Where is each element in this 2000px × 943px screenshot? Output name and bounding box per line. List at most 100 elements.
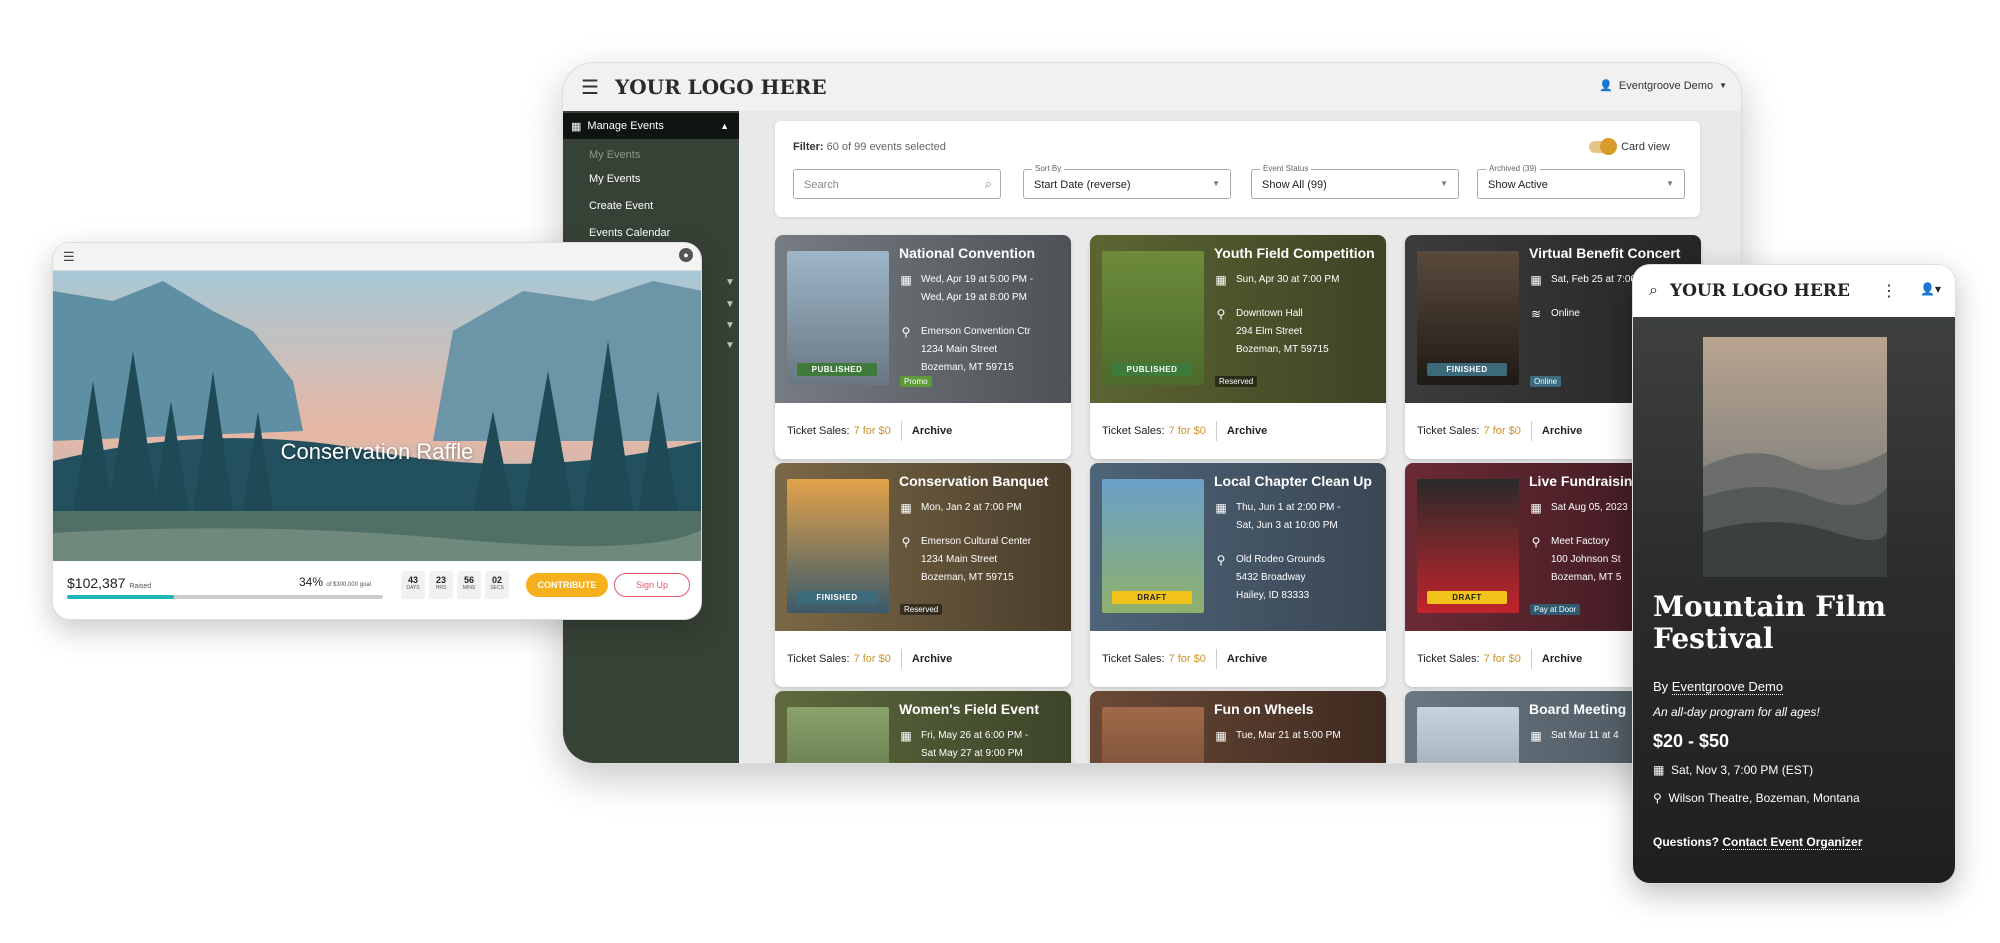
sidebar-item-label: Manage Events: [587, 120, 664, 132]
archive-button[interactable]: Archive: [1227, 425, 1267, 437]
status-badge: PUBLISHED: [1112, 363, 1192, 376]
logo: YOUR LOGO HERE: [1669, 281, 1850, 301]
logo: YOUR LOGO HERE: [614, 75, 827, 99]
sort-select[interactable]: Sort By Start Date (reverse) ▼: [1023, 164, 1231, 199]
search-placeholder: Search: [804, 179, 839, 191]
organizer-link[interactable]: Eventgroove Demo: [1671, 679, 1784, 695]
chevron-down-icon[interactable]: ▼: [725, 340, 735, 351]
ticket-sales-value[interactable]: 7 for $0: [1484, 425, 1521, 437]
toggle-switch[interactable]: [1589, 138, 1618, 155]
search-input[interactable]: Search ⌕: [793, 169, 1001, 199]
calendar-icon: ▦: [1530, 501, 1542, 515]
countdown-mins: 56 MINS: [457, 571, 481, 599]
calendar-icon: ▦: [571, 120, 582, 133]
event-location: ≋ Online: [1529, 305, 1580, 323]
event-card[interactable]: Women's Field Event ▦ Fri, May 26 at 6:00 …: [775, 691, 1071, 763]
countdown-days: 43 DAYS: [401, 571, 425, 599]
event-location: ⚲ Emerson Convention Ctr 1234 Main Street B…: [899, 323, 1031, 377]
event-thumbnail: [1417, 707, 1519, 763]
filter-count: 60 of 99 events selected: [826, 141, 946, 153]
wifi-icon: ≋: [1530, 307, 1542, 321]
ticket-sales-value[interactable]: 7 for $0: [854, 653, 891, 665]
questions-label: Questions?: [1653, 835, 1720, 849]
event-price: $20 - $50: [1653, 731, 1730, 751]
archive-button[interactable]: Archive: [912, 425, 952, 437]
user-menu[interactable]: 👤 Eventgroove Demo ▼: [1599, 79, 1727, 93]
status-label: Event Status: [1260, 164, 1312, 173]
location-text: Meet Factory 100 Johnson St Bozeman, MT 5: [1551, 536, 1622, 583]
event-date: ▦ Tue, Mar 21 at 5:00 PM: [1214, 727, 1340, 745]
sidebar-item-create-event[interactable]: Create Event: [563, 192, 739, 219]
location-text: Downtown Hall 294 Elm Street Bozeman, MT 5…: [1236, 308, 1329, 355]
chevron-down-icon: ▼: [1666, 179, 1674, 188]
ticket-sales-label: Ticket Sales:: [787, 653, 850, 665]
status-select[interactable]: Event Status Show All (99) ▼: [1251, 164, 1459, 199]
user-icon[interactable]: 👤▾: [1920, 282, 1941, 296]
user-icon[interactable]: ●: [679, 248, 693, 262]
user-icon: 👤: [1599, 80, 1613, 92]
calendar-icon: ▦: [900, 729, 912, 743]
event-card[interactable]: Fun on Wheels▦Tue, Mar 21 at 5:00 PMTick…: [1090, 691, 1386, 763]
chevron-down-icon[interactable]: ▼: [725, 299, 735, 310]
event-tag: Promo: [900, 376, 932, 387]
user-name: Eventgroove Demo: [1618, 79, 1714, 92]
questions-line: Questions? Contact Event Organizer: [1653, 835, 1863, 850]
date-text: Sat Aug 05, 2023: [1551, 502, 1628, 513]
chevron-down-icon[interactable]: ▼: [725, 277, 735, 288]
event-card[interactable]: DRAFT Local Chapter Clean Up ▦ Thu, Jun 1 a…: [1090, 463, 1386, 687]
amount-value: $102,387: [67, 575, 126, 591]
event-card[interactable]: PUBLISHED Youth Field Competition ▦ Sun, Ap…: [1090, 235, 1386, 459]
location-text: Emerson Convention Ctr 1234 Main Street Bo…: [921, 326, 1031, 373]
archive-button[interactable]: Archive: [912, 653, 952, 665]
event-title[interactable]: Youth Field Competition: [1214, 245, 1375, 261]
event-title[interactable]: Board Meeting: [1529, 701, 1626, 717]
ticket-sales-value[interactable]: 7 for $0: [1169, 425, 1206, 437]
raised-label: Raised: [129, 583, 152, 590]
event-title[interactable]: Virtual Benefit Concert: [1529, 245, 1680, 261]
event-date: ▦ Fri, May 26 at 6:00 PM - Sat May 27 at 9…: [899, 727, 1028, 763]
goal-label: of $300,000 goal: [326, 582, 372, 588]
event-thumbnail: [1102, 707, 1204, 763]
event-card[interactable]: FINISHED Conservation Banquet ▦ Mon, Jan 2 …: [775, 463, 1071, 687]
archive-button[interactable]: Archive: [1542, 653, 1582, 665]
filter-panel: Filter: 60 of 99 events selected Card vi…: [775, 121, 1700, 217]
event-title[interactable]: National Convention: [899, 245, 1035, 261]
countdown-hours: 23 HRS: [429, 571, 453, 599]
event-date: ▦ Sat Aug 05, 2023: [1529, 499, 1628, 517]
chevron-down-icon[interactable]: ▼: [725, 320, 735, 331]
calendar-icon: ▦: [1530, 729, 1542, 743]
percent-value: 34%: [299, 575, 324, 589]
event-date: ▦ Thu, Jun 1 at 2:00 PM - Sat, Jun 3 at 10…: [1214, 499, 1340, 535]
menu-icon[interactable]: ☰: [63, 249, 75, 265]
event-title[interactable]: Conservation Banquet: [899, 473, 1048, 489]
sidebar-manage-events[interactable]: ▦ Manage Events ▲: [563, 113, 739, 139]
event-title[interactable]: Fun on Wheels: [1214, 701, 1314, 717]
archived-label: Archived (39): [1486, 164, 1540, 173]
event-title[interactable]: Women's Field Event: [899, 701, 1039, 717]
event-tag: Online: [1530, 376, 1562, 387]
contribute-button[interactable]: CONTRIBUTE: [526, 573, 608, 597]
event-date: ▦ Sun, Apr 30 at 7:00 PM: [1214, 271, 1339, 289]
more-vertical-icon[interactable]: ⋮: [1881, 281, 1897, 301]
location-pin-icon: ⚲: [1216, 307, 1226, 321]
event-card[interactable]: PUBLISHED National Convention ▦ Wed, Apr 19…: [775, 235, 1071, 459]
event-title[interactable]: Local Chapter Clean Up: [1214, 473, 1372, 489]
card-view-toggle[interactable]: Card view: [1589, 138, 1670, 155]
filter-summary: Filter: 60 of 99 events selected: [793, 141, 946, 153]
status-badge: FINISHED: [797, 591, 877, 604]
archive-button[interactable]: Archive: [1542, 425, 1582, 437]
sidebar-item-my-events[interactable]: My Events: [563, 165, 739, 192]
ticket-sales-value[interactable]: 7 for $0: [1169, 653, 1206, 665]
menu-icon[interactable]: ☰: [581, 75, 599, 100]
phone-top-bar: ⌕ YOUR LOGO HERE ⋮ 👤▾: [1633, 265, 1955, 317]
tablet-device: ☰ YOUR LOGO HERE 👤 Eventgroove Demo ▼ ▦ …: [562, 62, 1742, 764]
ticket-sales-value[interactable]: 7 for $0: [1484, 653, 1521, 665]
sign-up-button[interactable]: Sign Up: [614, 573, 690, 597]
event-title[interactable]: Live Fundraising: [1529, 473, 1641, 489]
contact-organizer-link[interactable]: Contact Event Organizer: [1722, 835, 1863, 850]
event-card-footer: Ticket Sales: 7 for $0 Archive: [775, 403, 1071, 459]
search-icon[interactable]: ⌕: [1649, 282, 1658, 300]
archived-select[interactable]: Archived (39) Show Active ▼: [1477, 164, 1685, 199]
archive-button[interactable]: Archive: [1227, 653, 1267, 665]
ticket-sales-value[interactable]: 7 for $0: [854, 425, 891, 437]
